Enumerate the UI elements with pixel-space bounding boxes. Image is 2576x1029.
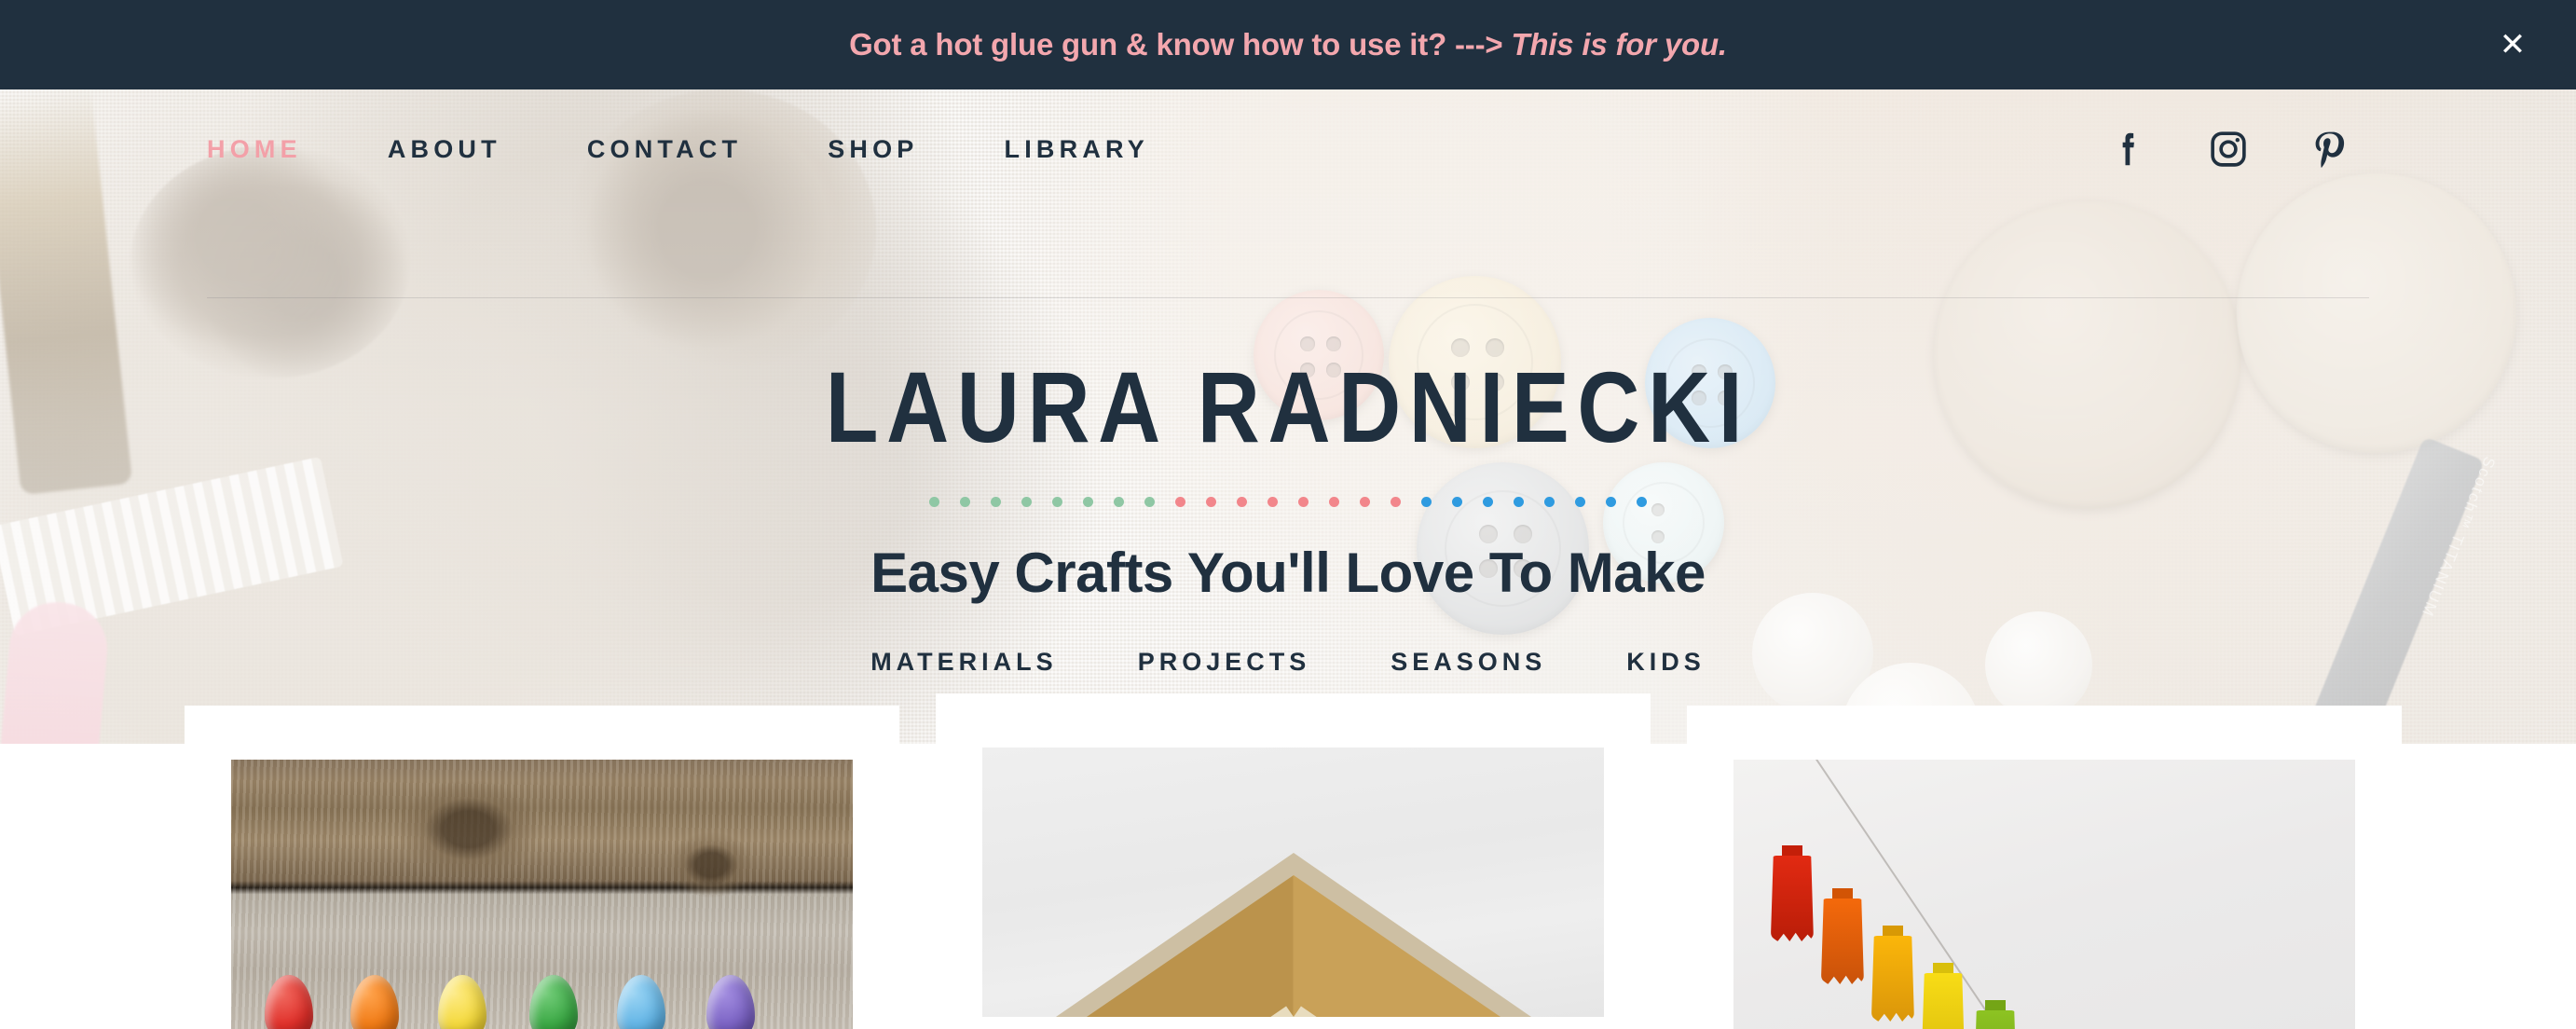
card-image-wooden-house: [982, 748, 1604, 1017]
nav-item-about[interactable]: ABOUT: [345, 135, 544, 164]
close-icon[interactable]: ✕: [2494, 26, 2531, 63]
pinterest-glyph: [2315, 131, 2345, 168]
card-image-tassel-garland: [1733, 760, 2355, 1029]
nav-links: HOME ABOUT CONTACT SHOP LIBRARY: [207, 135, 1192, 164]
dot-group-pink: [1165, 497, 1411, 507]
facebook-icon[interactable]: [2106, 128, 2149, 171]
dot-divider: [919, 497, 1657, 507]
primary-navigation: HOME ABOUT CONTACT SHOP LIBRARY: [0, 89, 2576, 209]
subnav-item-materials[interactable]: MATERIALS: [830, 648, 1098, 677]
nav-item-contact[interactable]: CONTACT: [544, 135, 785, 164]
pinterest-icon[interactable]: [2308, 128, 2350, 171]
nav-item-shop[interactable]: SHOP: [785, 135, 961, 164]
featured-post-card[interactable]: [1687, 706, 2402, 1029]
secondary-navigation: MATERIALS PROJECTS SEASONS KIDS: [830, 648, 1746, 677]
dot-group-green: [919, 497, 1165, 507]
card-image-rainbow-eggs: [231, 760, 853, 1029]
nav-item-library[interactable]: LIBRARY: [962, 135, 1192, 164]
social-links: [2106, 128, 2369, 171]
featured-post-card[interactable]: [185, 706, 899, 1029]
nav-item-home[interactable]: HOME: [207, 135, 345, 164]
nav-divider: [207, 297, 2369, 298]
featured-post-row: [0, 693, 2576, 1029]
subnav-item-projects[interactable]: PROJECTS: [1098, 648, 1351, 677]
site-tagline: Easy Crafts You'll Love To Make: [870, 542, 1706, 604]
announcement-message: Got a hot glue gun & know how to use it?…: [849, 27, 1727, 62]
announcement-message-emphasis: This is for you.: [1511, 27, 1727, 62]
site-title: LAURA RADNIECKI: [825, 350, 1751, 463]
subnav-item-kids[interactable]: KIDS: [1586, 648, 1746, 677]
featured-post-card[interactable]: [936, 693, 1651, 1017]
announcement-bar: Got a hot glue gun & know how to use it?…: [0, 0, 2576, 89]
instagram-glyph: [2211, 131, 2246, 167]
facebook-glyph: [2122, 132, 2134, 166]
dot-group-blue: [1411, 497, 1657, 507]
subnav-item-seasons[interactable]: SEASONS: [1350, 648, 1586, 677]
announcement-message-plain: Got a hot glue gun & know how to use it?…: [849, 27, 1512, 62]
instagram-icon[interactable]: [2207, 128, 2250, 171]
